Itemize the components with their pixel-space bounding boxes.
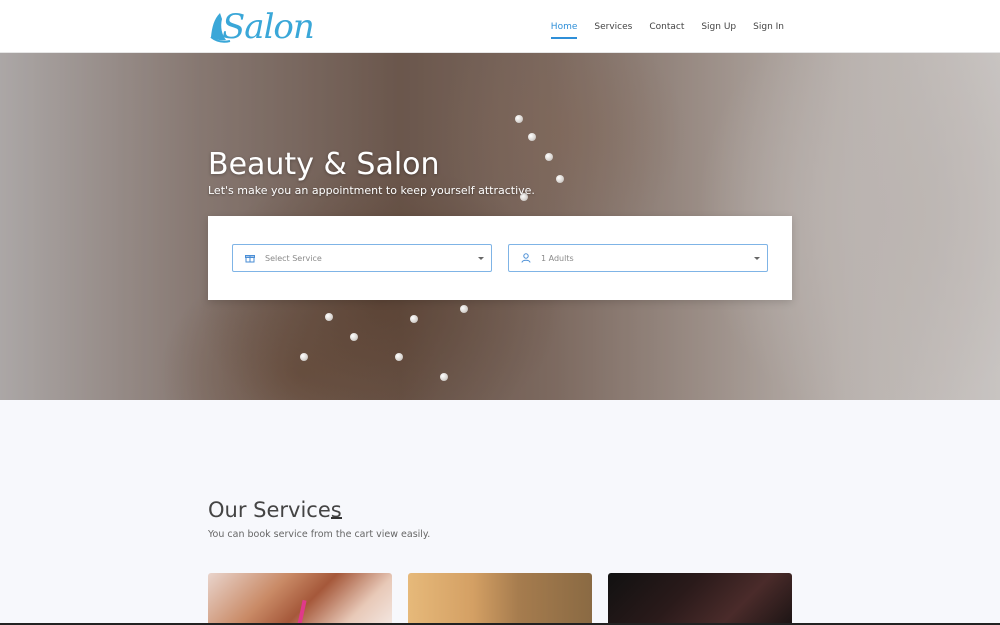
hero-subtitle: Let's make you an appointment to keep yo…: [208, 184, 535, 197]
services-subtitle: You can book service from the cart view …: [208, 529, 431, 540]
pearl-decoration: [440, 373, 448, 381]
pearl-decoration: [395, 353, 403, 361]
pearl-decoration: [350, 333, 358, 341]
pearl-decoration: [528, 133, 536, 141]
salon-logo[interactable]: Salon: [208, 5, 315, 47]
adults-select[interactable]: 1 Adults: [508, 244, 768, 272]
title-underline: [331, 517, 342, 519]
caret-down-icon: [754, 257, 760, 260]
nav-home[interactable]: Home: [550, 18, 577, 39]
pearl-decoration: [545, 153, 553, 161]
top-navbar: Salon Home Services Contact Sign Up Sign…: [0, 0, 1000, 53]
pearl-decoration: [300, 353, 308, 361]
pearl-decoration: [460, 305, 468, 313]
service-select-value: Select Service: [265, 253, 322, 263]
pearl-decoration: [325, 313, 333, 321]
nav-sign-up[interactable]: Sign Up: [701, 18, 736, 36]
nav-sign-in[interactable]: Sign In: [753, 18, 784, 36]
user-icon: [519, 251, 533, 265]
adults-select-value: 1 Adults: [541, 253, 574, 263]
nav-services[interactable]: Services: [594, 18, 632, 36]
pearl-decoration: [410, 315, 418, 323]
service-card-image[interactable]: [608, 573, 792, 625]
booking-card: Select Service 1 Adults: [208, 216, 792, 300]
gift-icon: [243, 251, 257, 265]
hero-banner: Beauty & Salon Let's make you an appoint…: [0, 53, 1000, 400]
main-nav: Home Services Contact Sign Up Sign In: [534, 0, 784, 53]
nav-contact[interactable]: Contact: [649, 18, 684, 36]
hero-title: Beauty & Salon: [208, 147, 440, 182]
logo-text: Salon: [222, 7, 315, 47]
pearl-decoration: [515, 115, 523, 123]
service-select[interactable]: Select Service: [232, 244, 492, 272]
service-card-image[interactable]: [408, 573, 592, 625]
pearl-decoration: [556, 175, 564, 183]
caret-down-icon: [478, 257, 484, 260]
services-title: Our Services: [208, 498, 342, 522]
